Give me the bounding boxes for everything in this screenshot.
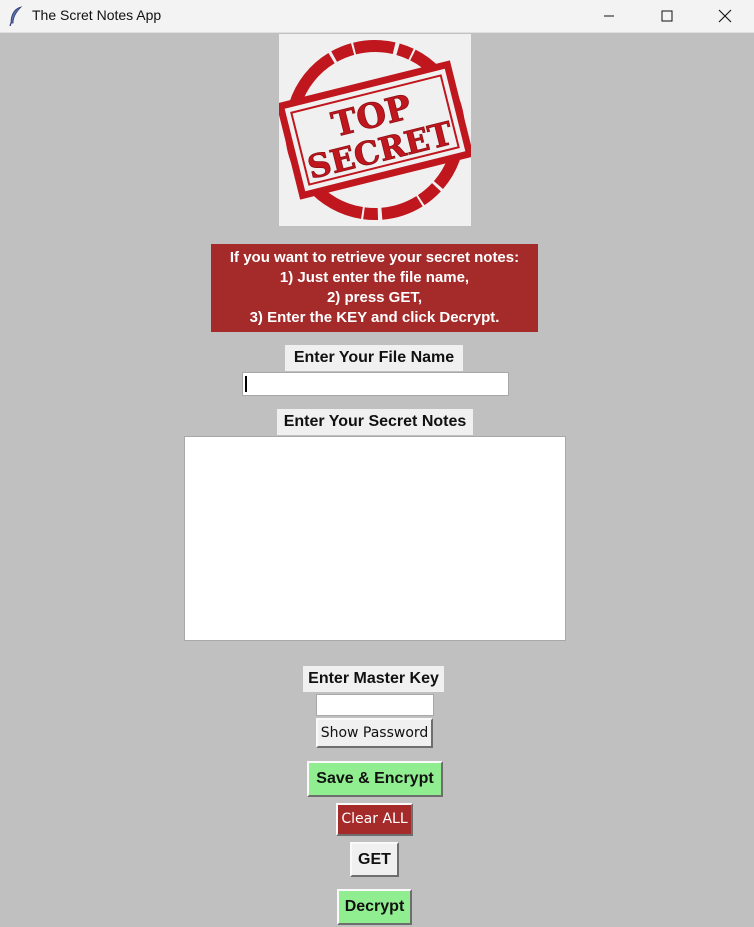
get-button[interactable]: GET [350, 842, 399, 877]
clear-all-button[interactable]: Clear ALL [336, 803, 413, 836]
instructions-line-4: 3) Enter the KEY and click Decrypt. [249, 309, 500, 326]
maximize-button[interactable] [638, 0, 696, 32]
close-button[interactable] [696, 0, 754, 32]
text-cursor [245, 376, 247, 392]
secret-notes-label: Enter Your Secret Notes [277, 409, 473, 435]
master-key-input[interactable] [316, 694, 434, 716]
minimize-icon [604, 15, 614, 17]
master-key-label: Enter Master Key [303, 666, 444, 692]
show-password-button[interactable]: Show Password [316, 718, 433, 748]
save-encrypt-button[interactable]: Save & Encrypt [307, 761, 443, 797]
decrypt-button[interactable]: Decrypt [337, 889, 412, 925]
title-bar: The Scret Notes App [0, 0, 754, 33]
instructions-panel: If you want to retrieve your secret note… [211, 244, 538, 332]
file-name-input[interactable] [242, 372, 509, 396]
maximize-icon [661, 10, 673, 22]
minimize-button[interactable] [580, 0, 638, 32]
close-icon [718, 9, 732, 23]
window-title: The Scret Notes App [32, 7, 162, 23]
feather-icon [8, 6, 24, 27]
instructions-line-1: If you want to retrieve your secret note… [229, 249, 520, 266]
file-name-label: Enter Your File Name [285, 345, 463, 371]
secret-notes-textarea[interactable] [184, 436, 566, 641]
instructions-line-2: 1) Just enter the file name, [279, 269, 470, 286]
top-secret-logo: TOP SECRET [279, 34, 471, 226]
instructions-line-3: 2) press GET, [326, 289, 423, 306]
